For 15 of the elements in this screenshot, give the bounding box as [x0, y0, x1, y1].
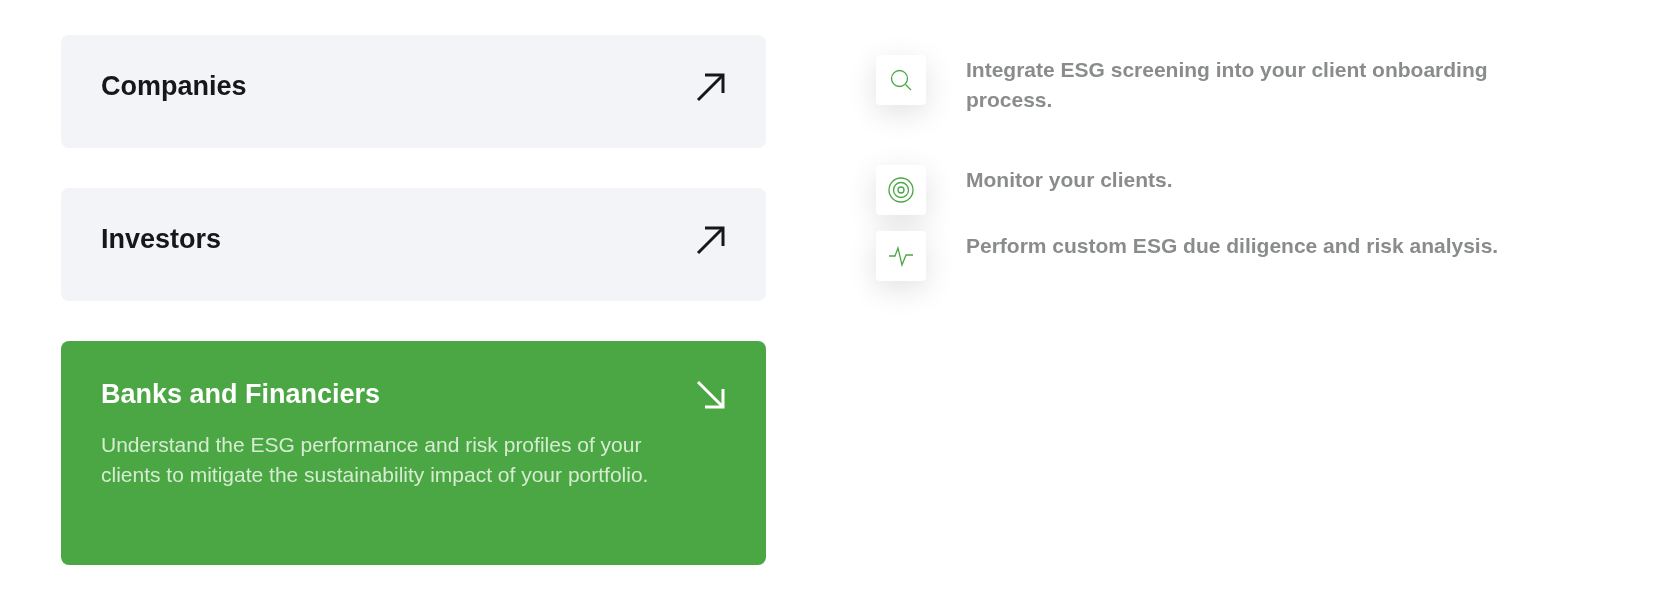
- card-title: Banks and Financiers: [101, 379, 381, 410]
- search-icon: [889, 68, 913, 92]
- card-title: Investors: [101, 224, 222, 255]
- audience-card[interactable]: Companies: [61, 35, 766, 148]
- audience-card[interactable]: Investors: [61, 188, 766, 301]
- card-title: Companies: [101, 71, 247, 102]
- arrow-down-right-icon: [696, 379, 726, 410]
- arrow-up-right-icon: [696, 71, 726, 102]
- feature-text: Integrate ESG screening into your client onboarding process.: [966, 57, 1489, 113]
- feature-text: Monitor your clients.: [966, 167, 1174, 193]
- target-icon: [888, 177, 914, 203]
- arrow-up-right-icon: [696, 224, 726, 255]
- pulse-icon: [888, 245, 914, 267]
- card-description: Understand the ESG performance and risk profiles of your clients to mitigate the sustainability impact of your portfolio.: [101, 432, 650, 488]
- feature-text: Perform custom ESG due diligence and risk analysis.: [966, 233, 1500, 259]
